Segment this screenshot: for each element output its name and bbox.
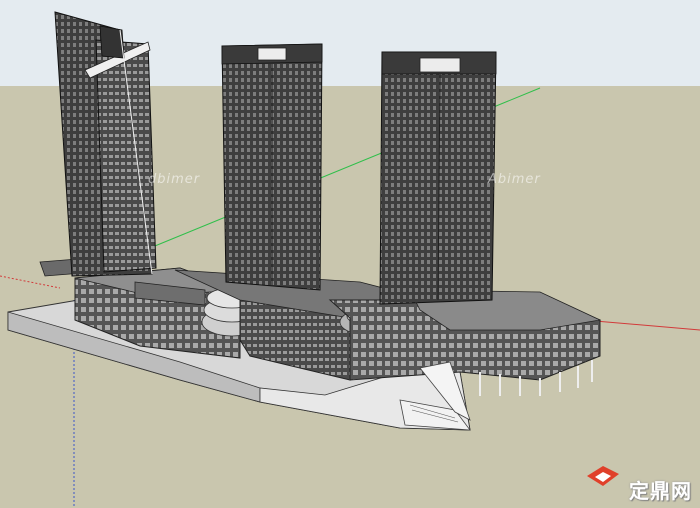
watermark-2: Abimer [488, 172, 541, 187]
tower-left[interactable] [54, 11, 157, 277]
tower-right[interactable] [379, 51, 497, 305]
site-logo: 定鼎网 [597, 475, 692, 504]
sketchup-viewport[interactable]: dbimer Abimer 定鼎网 [0, 0, 700, 508]
tower-center[interactable] [221, 43, 323, 291]
logo-text: 定鼎网 [629, 479, 692, 503]
watermark-1: dbimer [148, 172, 201, 187]
model-scene[interactable] [0, 0, 700, 508]
